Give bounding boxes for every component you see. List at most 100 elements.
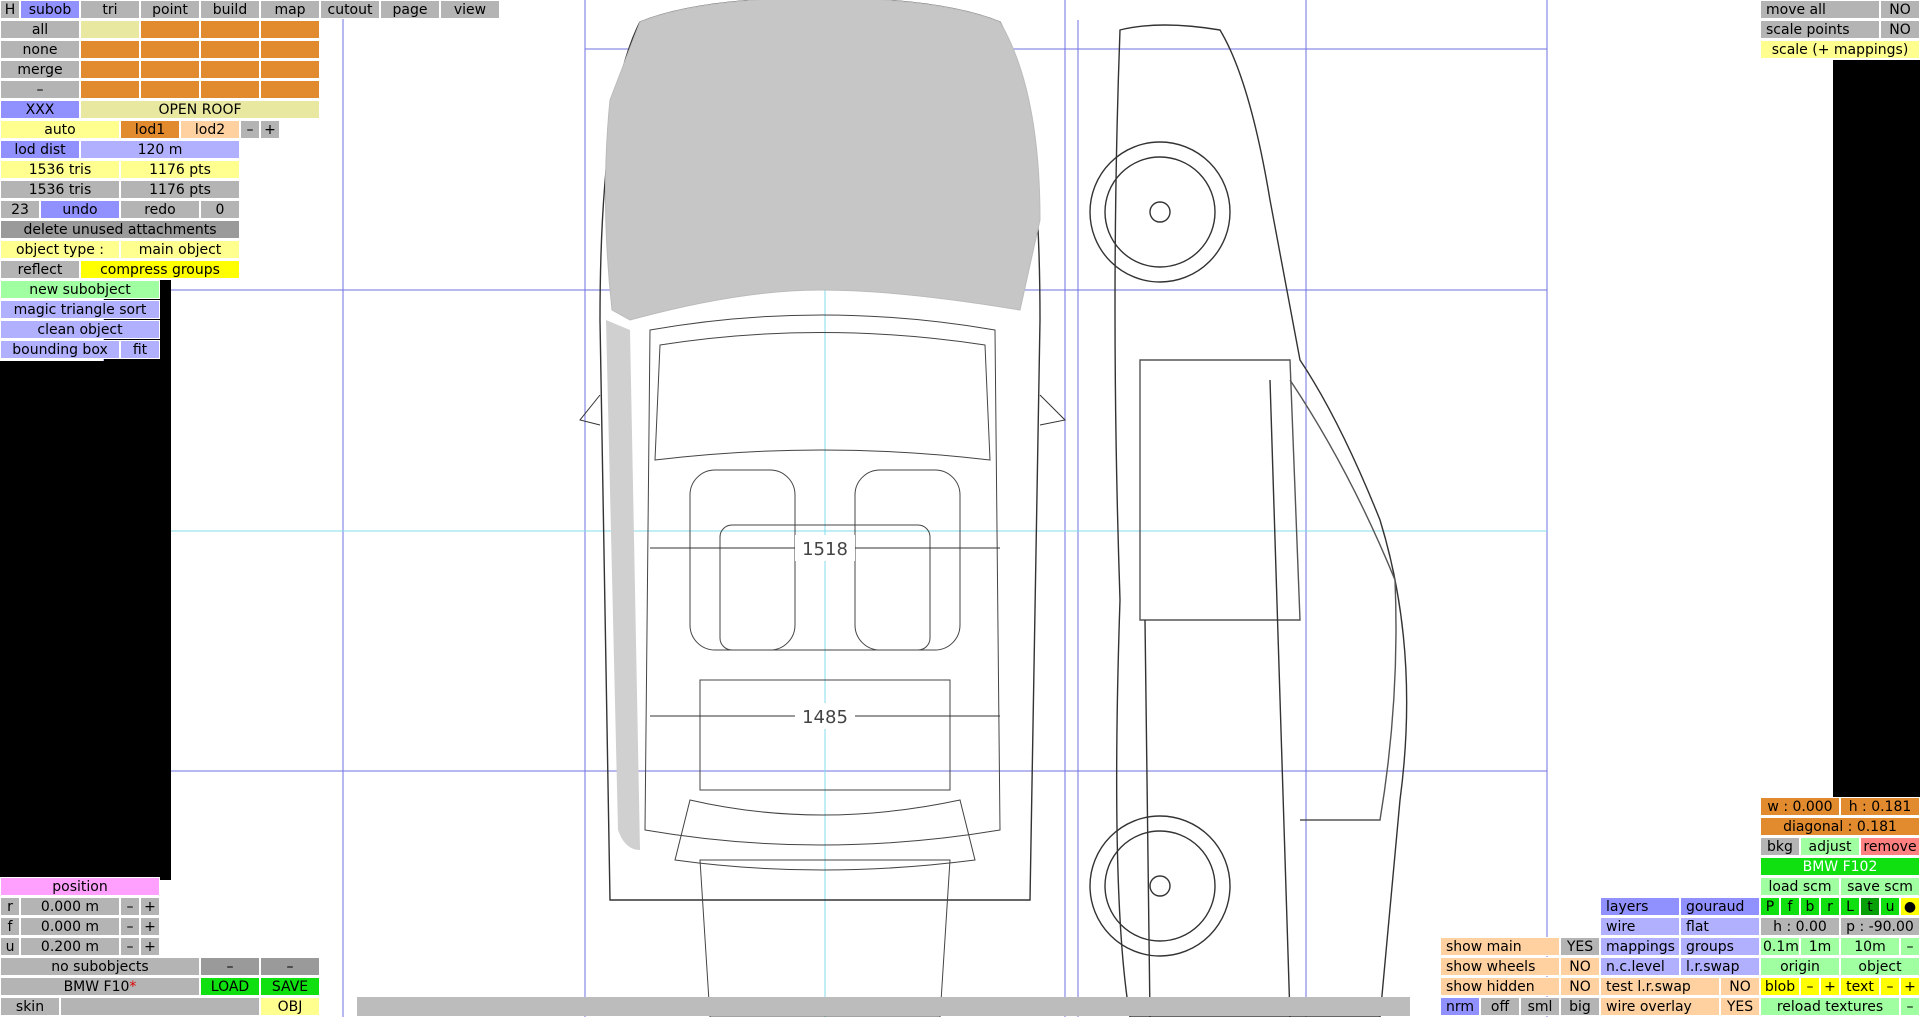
position-r-minus[interactable]: –	[120, 897, 140, 916]
show-wheels-value[interactable]: NO	[1560, 957, 1600, 976]
wire-overlay-value[interactable]: YES	[1720, 997, 1760, 1016]
step-01m-button[interactable]: 0.1m	[1760, 937, 1800, 956]
object-button[interactable]: object	[1840, 957, 1920, 976]
nc-level-button[interactable]: n.c.level	[1600, 957, 1680, 976]
blob-button[interactable]: blob	[1760, 977, 1800, 996]
bounding-box-button[interactable]: bounding box	[0, 340, 120, 359]
origin-button[interactable]: origin	[1760, 957, 1840, 976]
h-button[interactable]: H	[0, 0, 20, 19]
position-u-value[interactable]: 0.200 m	[20, 937, 120, 956]
move-all-button[interactable]: move all	[1760, 0, 1880, 19]
group-cell[interactable]	[200, 40, 260, 59]
tab-map[interactable]: map	[260, 0, 320, 19]
wire-overlay-button[interactable]: wire overlay	[1600, 997, 1720, 1016]
groups-button[interactable]: groups	[1680, 937, 1760, 956]
subobject-dash-1[interactable]: –	[200, 957, 260, 976]
position-f-minus[interactable]: –	[120, 917, 140, 936]
subobject-name-field[interactable]: OPEN ROOF	[80, 100, 320, 119]
view-l-button[interactable]: L	[1840, 897, 1860, 916]
lod-dist-value[interactable]: 120 m	[80, 140, 240, 159]
group-cell[interactable]	[260, 80, 320, 99]
group-cell[interactable]	[80, 60, 140, 79]
object-type-value[interactable]: main object	[120, 240, 240, 259]
group-cell[interactable]	[260, 20, 320, 39]
group-cell[interactable]	[200, 80, 260, 99]
fit-button[interactable]: fit	[120, 340, 160, 359]
group-cell[interactable]	[260, 40, 320, 59]
group-cell[interactable]	[80, 20, 140, 39]
group-cell[interactable]	[200, 60, 260, 79]
show-wheels-button[interactable]: show wheels	[1440, 957, 1560, 976]
magic-triangle-sort-button[interactable]: magic triangle sort	[0, 300, 160, 319]
position-u-minus[interactable]: –	[120, 937, 140, 956]
group-cell[interactable]	[140, 60, 200, 79]
tab-tri[interactable]: tri	[80, 0, 140, 19]
group-all-button[interactable]: all	[0, 20, 80, 39]
view-t-button[interactable]: t	[1860, 897, 1880, 916]
mappings-button[interactable]: mappings	[1600, 937, 1680, 956]
lod-auto-button[interactable]: auto	[0, 120, 120, 139]
size-nrm-button[interactable]: nrm	[1440, 997, 1480, 1016]
group-cell[interactable]	[260, 60, 320, 79]
view-u-button[interactable]: u	[1880, 897, 1900, 916]
flat-button[interactable]: flat	[1680, 917, 1760, 936]
clean-object-button[interactable]: clean object	[0, 320, 160, 339]
position-f-plus[interactable]: +	[140, 917, 160, 936]
lod-plus-button[interactable]: +	[260, 120, 280, 139]
blob-plus-button[interactable]: +	[1820, 977, 1840, 996]
obj-button[interactable]: OBJ	[260, 997, 320, 1016]
horizontal-scrollbar[interactable]	[357, 997, 1410, 1016]
position-r-plus[interactable]: +	[140, 897, 160, 916]
reload-textures-button[interactable]: reload textures	[1760, 997, 1900, 1016]
step-dash-button[interactable]: –	[1900, 937, 1920, 956]
delete-unused-attachments-button[interactable]: delete unused attachments	[0, 220, 240, 239]
viewport-canvas[interactable]: 1518 1485	[0, 0, 1920, 1017]
group-cell[interactable]	[140, 40, 200, 59]
size-big-button[interactable]: big	[1560, 997, 1600, 1016]
lod-minus-button[interactable]: –	[240, 120, 260, 139]
wire-button[interactable]: wire	[1600, 917, 1680, 936]
group-dash-button[interactable]: –	[0, 80, 80, 99]
redo-button[interactable]: redo	[120, 200, 200, 219]
show-main-button[interactable]: show main	[1440, 937, 1560, 956]
tab-point[interactable]: point	[140, 0, 200, 19]
step-1m-button[interactable]: 1m	[1800, 937, 1840, 956]
layers-button[interactable]: layers	[1600, 897, 1680, 916]
lod1-button[interactable]: lod1	[120, 120, 180, 139]
lod2-button[interactable]: lod2	[180, 120, 240, 139]
text-minus-button[interactable]: –	[1880, 977, 1900, 996]
test-lr-swap-value[interactable]: NO	[1720, 977, 1760, 996]
group-cell[interactable]	[80, 40, 140, 59]
load-scm-button[interactable]: load scm	[1760, 877, 1840, 896]
group-none-button[interactable]: none	[0, 40, 80, 59]
text-plus-button[interactable]: +	[1900, 977, 1920, 996]
group-cell[interactable]	[80, 80, 140, 99]
group-cell[interactable]	[140, 80, 200, 99]
skin-field[interactable]	[60, 997, 260, 1016]
show-main-value[interactable]: YES	[1560, 937, 1600, 956]
reload-dash-button[interactable]: –	[1900, 997, 1920, 1016]
group-cell[interactable]	[200, 20, 260, 39]
test-lr-swap-button[interactable]: test l.r.swap	[1600, 977, 1720, 996]
step-10m-button[interactable]: 10m	[1840, 937, 1900, 956]
save-button[interactable]: SAVE	[260, 977, 320, 996]
load-button[interactable]: LOAD	[200, 977, 260, 996]
tab-view[interactable]: view	[440, 0, 500, 19]
compress-groups-button[interactable]: compress groups	[80, 260, 240, 279]
position-u-plus[interactable]: +	[140, 937, 160, 956]
view-dot-button[interactable]: ●	[1900, 897, 1920, 916]
position-f-value[interactable]: 0.000 m	[20, 917, 120, 936]
show-hidden-button[interactable]: show hidden	[1440, 977, 1560, 996]
group-cell[interactable]	[140, 20, 200, 39]
scale-points-value[interactable]: NO	[1880, 20, 1920, 39]
size-off-button[interactable]: off	[1480, 997, 1520, 1016]
subobject-dash-2[interactable]: –	[260, 957, 320, 976]
group-merge-button[interactable]: merge	[0, 60, 80, 79]
tab-cutout[interactable]: cutout	[320, 0, 380, 19]
scale-mappings-button[interactable]: scale (+ mappings)	[1760, 40, 1920, 59]
reflect-button[interactable]: reflect	[0, 260, 80, 279]
view-b-button[interactable]: b	[1800, 897, 1820, 916]
lr-swap-button[interactable]: l.r.swap	[1680, 957, 1760, 976]
save-scm-button[interactable]: save scm	[1840, 877, 1920, 896]
subobject-id[interactable]: XXX	[0, 100, 80, 119]
